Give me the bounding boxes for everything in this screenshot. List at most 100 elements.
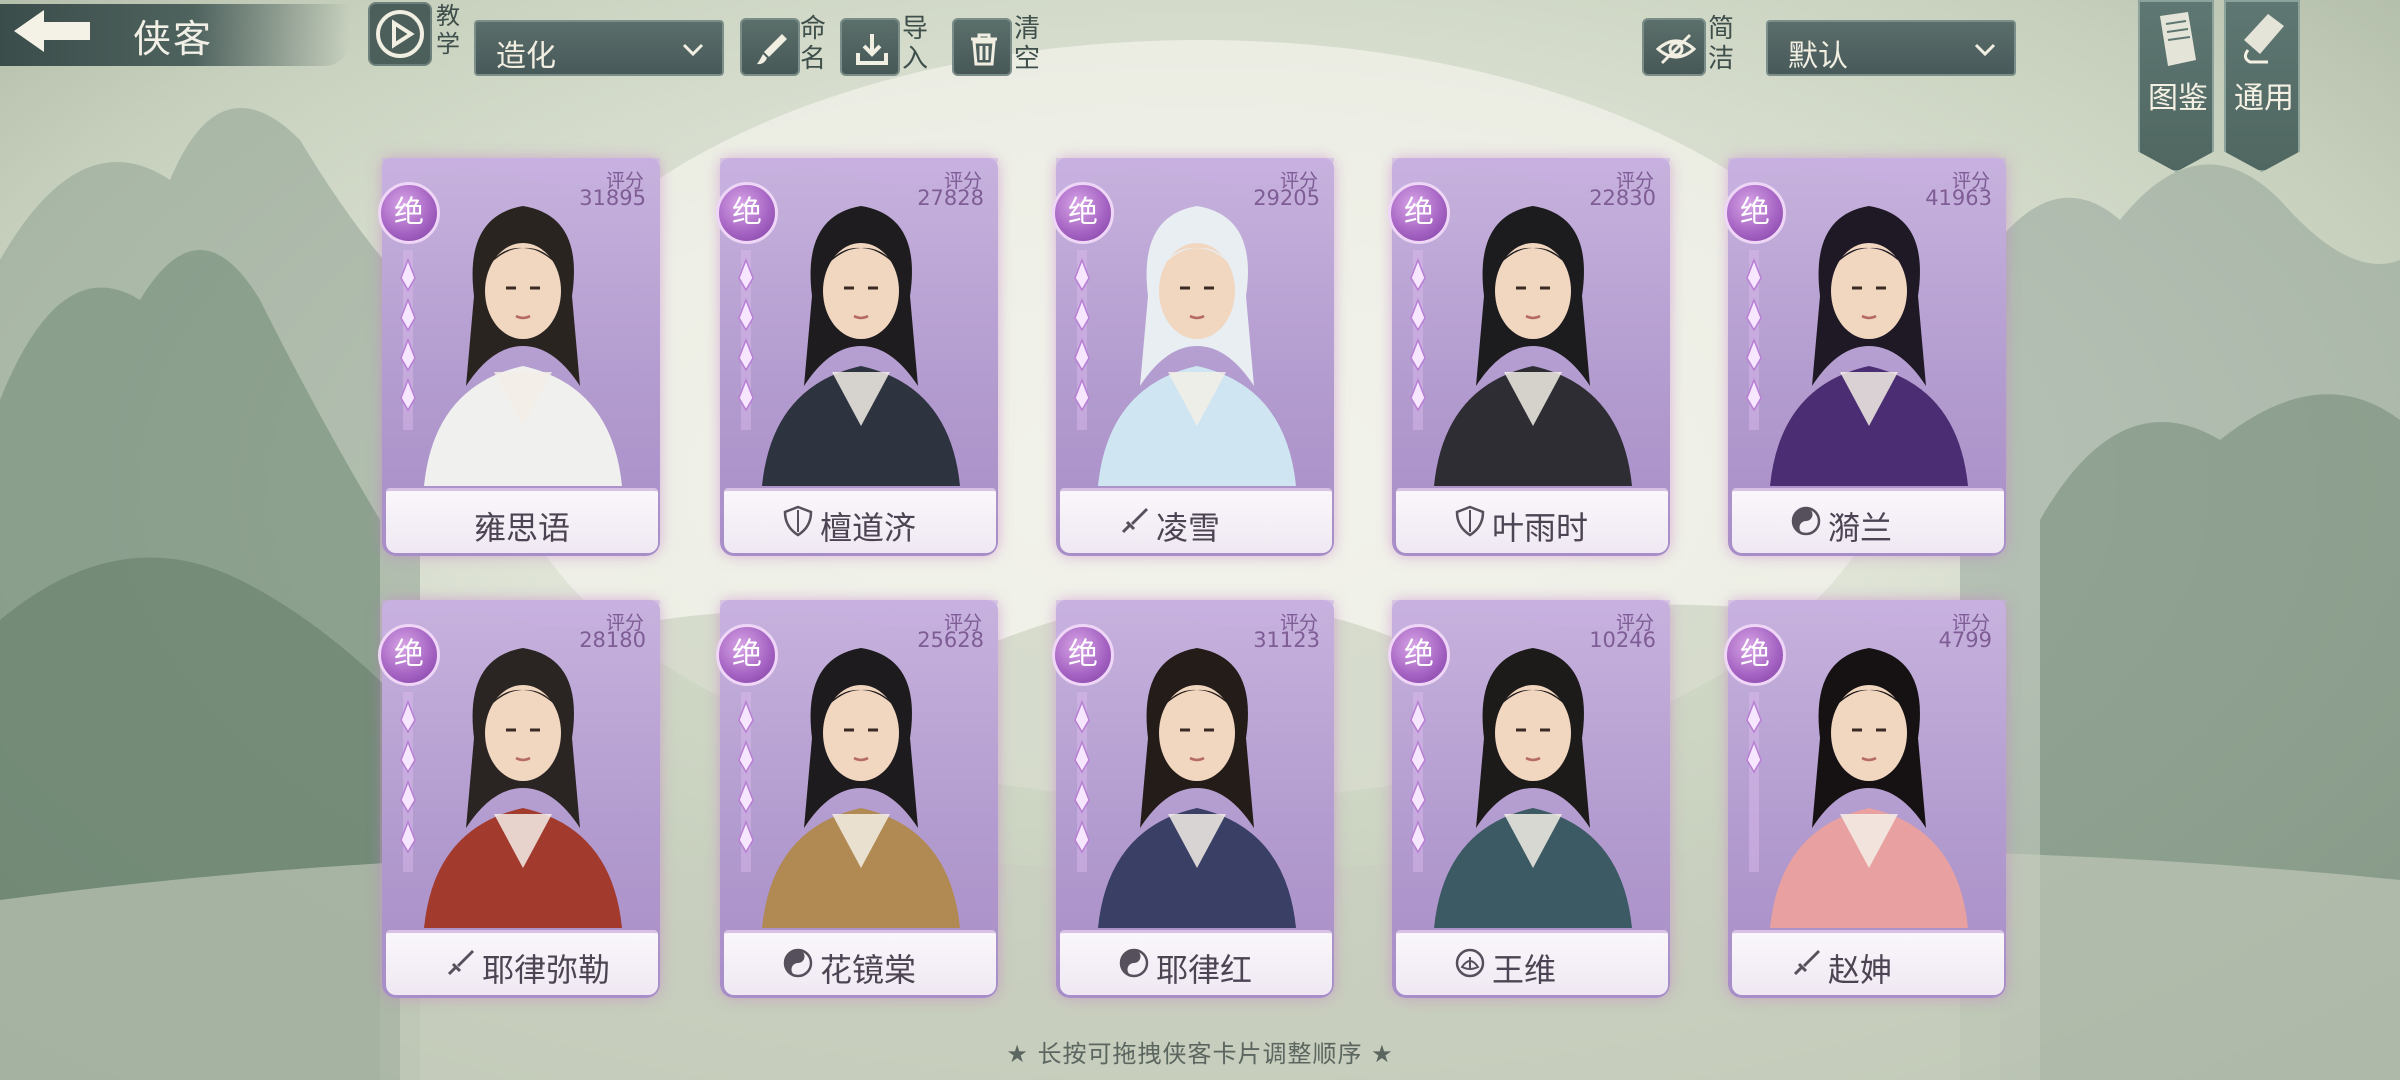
character-card[interactable]: 评分 22830 绝叶雨时 <box>1386 158 1676 558</box>
character-card[interactable]: 评分 4799 绝赵妽 <box>1722 600 2012 1000</box>
character-name: 凌雪 <box>1156 509 1221 547</box>
character-name: 漪兰 <box>1828 509 1893 547</box>
rank-badge: 绝 <box>1724 182 1786 244</box>
name-plate: 赵妽 <box>1732 930 2004 995</box>
tab-general-label: 通用 <box>2234 81 2294 116</box>
chevron-down-icon <box>1974 43 1996 57</box>
star-rating <box>1074 692 1090 872</box>
character-name: 赵妽 <box>1828 951 1893 989</box>
character-card[interactable]: 评分 31123 绝耶律红 <box>1050 600 1340 1000</box>
rank-badge: 绝 <box>1052 182 1114 244</box>
rank-badge: 绝 <box>1388 624 1450 686</box>
star-rating <box>1410 692 1426 872</box>
rank-badge: 绝 <box>1388 182 1450 244</box>
character-name: 叶雨时 <box>1492 509 1589 547</box>
filter-dropdown[interactable]: 造化 <box>474 20 724 76</box>
score-value: 41963 <box>1925 186 1992 210</box>
rename-label: 命名 <box>800 14 827 74</box>
tab-atlas-label: 图鉴 <box>2148 81 2208 116</box>
import-button[interactable] <box>840 18 900 76</box>
rank-badge: 绝 <box>378 624 440 686</box>
play-icon <box>376 10 424 58</box>
tab-atlas[interactable]: 图鉴 <box>2138 0 2214 172</box>
eye-hidden-icon <box>1656 33 1696 65</box>
rank-badge: 绝 <box>378 182 440 244</box>
faction-badge <box>1790 505 1822 541</box>
faction-badge <box>1118 505 1150 541</box>
faction-badge <box>1790 947 1822 983</box>
character-card[interactable]: 评分 27828 绝檀道济 <box>714 158 1004 558</box>
star-rating <box>400 692 416 872</box>
score-value: 29205 <box>1253 186 1320 210</box>
character-card[interactable]: 评分 28180 绝耶律弥勒 <box>376 600 666 1000</box>
yin-yang-icon <box>783 948 813 978</box>
score-value: 31123 <box>1253 628 1320 652</box>
character-name: 耶律红 <box>1156 951 1253 989</box>
character-name: 雍思语 <box>473 509 570 547</box>
brush-icon <box>757 34 787 65</box>
name-plate: 雍思语 <box>386 488 658 553</box>
faction-badge <box>1454 947 1486 983</box>
score-value: 4799 <box>1938 628 1992 652</box>
score-value: 31895 <box>579 186 646 210</box>
sword-icon <box>1121 508 1148 534</box>
faction-badge <box>1454 505 1486 541</box>
filter-dropdown-value: 造化 <box>496 39 556 74</box>
character-card[interactable]: 评分 31895 绝雍思语 <box>376 158 666 558</box>
faction-badge <box>1118 947 1150 983</box>
name-plate: 耶律红 <box>1060 930 1332 995</box>
name-plate: 叶雨时 <box>1396 488 1668 553</box>
simple-mode-label: 简洁 <box>1708 14 1735 74</box>
scroll-icon <box>2243 14 2284 64</box>
faction-badge <box>444 947 476 983</box>
download-icon <box>856 34 888 65</box>
top-bar: 侠客 教学 造化 命名 导入 清空 简洁 默认 图鉴 通用 <box>0 0 2400 172</box>
name-plate: 花镜棠 <box>724 930 996 995</box>
character-card[interactable]: 评分 29205 绝凌雪 <box>1050 158 1340 558</box>
score-value: 25628 <box>917 628 984 652</box>
faction-badge <box>782 505 814 541</box>
back-button[interactable] <box>6 6 126 64</box>
character-card[interactable]: 评分 10246 绝王维 <box>1386 600 1676 1000</box>
sword-icon <box>447 950 474 976</box>
name-plate: 漪兰 <box>1732 488 2004 553</box>
sword-icon <box>1793 950 1820 976</box>
rank-badge: 绝 <box>716 182 778 244</box>
tab-general[interactable]: 通用 <box>2224 0 2300 172</box>
lotus-icon <box>1455 948 1485 978</box>
trash-icon <box>971 33 997 66</box>
back-arrow-icon <box>14 10 90 52</box>
name-plate: 耶律弥勒 <box>386 930 658 995</box>
name-plate: 王维 <box>1396 930 1668 995</box>
import-label: 导入 <box>902 14 929 74</box>
star-rating <box>1746 692 1762 872</box>
sort-dropdown-value: 默认 <box>1788 39 1848 74</box>
tutorial-button[interactable] <box>368 2 432 66</box>
name-plate: 檀道济 <box>724 488 996 553</box>
star-rating <box>1074 250 1090 430</box>
sort-dropdown[interactable]: 默认 <box>1766 20 2016 76</box>
tutorial-label: 教学 <box>436 2 460 58</box>
simple-mode-button[interactable] <box>1642 18 1706 76</box>
rank-badge: 绝 <box>1052 624 1114 686</box>
score-value: 22830 <box>1589 186 1656 210</box>
score-value: 10246 <box>1589 628 1656 652</box>
character-card[interactable]: 评分 25628 绝花镜棠 <box>714 600 1004 1000</box>
star-rating <box>1410 250 1426 430</box>
character-name: 耶律弥勒 <box>482 951 611 989</box>
star-rating <box>738 692 754 872</box>
faction-badge <box>782 947 814 983</box>
page-title: 侠客 <box>133 17 214 61</box>
yin-yang-icon <box>1791 506 1821 536</box>
rename-button[interactable] <box>740 18 800 76</box>
star-rating <box>738 250 754 430</box>
shield-icon <box>783 505 813 537</box>
rank-badge: 绝 <box>716 624 778 686</box>
name-plate: 凌雪 <box>1060 488 1332 553</box>
character-name: 檀道济 <box>820 509 917 547</box>
drag-hint: ★ 长按可拖拽侠客卡片调整顺序 ★ <box>1006 1040 1394 1068</box>
clear-label: 清空 <box>1014 14 1041 74</box>
star-rating <box>1746 250 1762 430</box>
character-card[interactable]: 评分 41963 绝漪兰 <box>1722 158 2012 558</box>
clear-button[interactable] <box>952 18 1012 76</box>
